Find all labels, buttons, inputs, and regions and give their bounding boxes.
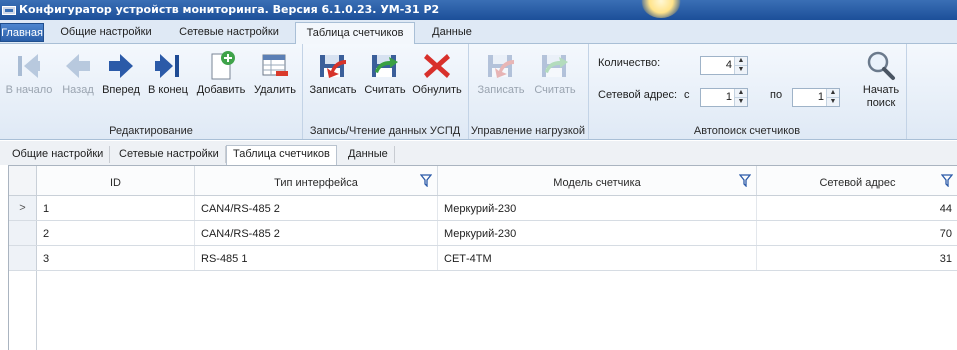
read-icon <box>372 55 398 77</box>
group-editing: В начало Назад Вперед В конец Добавить У… <box>0 44 303 139</box>
first-button[interactable]: В начало <box>4 50 54 97</box>
address-to-spinner[interactable]: 1 ▲ ▼ <box>792 88 840 107</box>
address-to-spin-arrows[interactable]: ▲ ▼ <box>826 89 839 106</box>
load-read-button[interactable]: Считать <box>530 50 580 97</box>
filter-icon[interactable] <box>739 174 751 187</box>
table-row[interactable]: 2 CAN4/RS-485 2 Меркурий-230 70 <box>9 221 957 246</box>
column-header-address[interactable]: Сетевой адрес <box>757 166 957 195</box>
empty-indicator-area <box>9 271 37 350</box>
window-title: Конфигуратор устройств мониторинга. Верс… <box>19 3 440 16</box>
ribbon-tab-bar: Главная Общие настройки Сетевые настройк… <box>0 20 957 44</box>
tab-data[interactable]: Данные <box>420 22 484 43</box>
row-indicator <box>9 246 37 270</box>
table-row[interactable]: 3 RS-485 1 СЕТ-4ТМ 31 <box>9 246 957 271</box>
spin-down-icon[interactable]: ▼ <box>735 97 747 106</box>
spin-down-icon[interactable]: ▼ <box>735 65 747 74</box>
address-from-value: 1 <box>725 91 732 103</box>
cell-address[interactable]: 70 <box>757 221 957 245</box>
delete-button[interactable]: Удалить <box>250 50 300 97</box>
ribbon: В начало Назад Вперед В конец Добавить У… <box>0 44 957 140</box>
group-autosearch: Количество: 4 ▲ ▼ Сетевой адрес: с 1 ▲ ▼ п… <box>588 44 907 139</box>
magnifier-icon <box>867 51 895 80</box>
table-row[interactable]: > 1 CAN4/RS-485 2 Меркурий-230 44 <box>9 196 957 221</box>
spin-up-icon[interactable]: ▲ <box>827 89 839 97</box>
page-tab-general-settings[interactable]: Общие настройки <box>6 146 111 163</box>
next-button[interactable]: Вперед <box>96 50 146 97</box>
column-header-id[interactable]: ID <box>37 166 195 195</box>
column-header-interface[interactable]: Тип интерфейса <box>195 166 438 195</box>
header-indicator-cell <box>9 166 37 195</box>
cell-id[interactable]: 2 <box>37 221 195 245</box>
to-label: по <box>770 89 783 101</box>
last-icon <box>155 54 179 78</box>
column-header-address-label: Сетевой адрес <box>819 177 896 189</box>
start-search-button[interactable]: Начать поиск <box>856 50 906 110</box>
cell-model[interactable]: Меркурий-230 <box>438 221 757 245</box>
prev-icon <box>66 54 90 78</box>
spin-down-icon[interactable]: ▼ <box>827 97 839 106</box>
cell-interface[interactable]: CAN4/RS-485 2 <box>195 221 438 245</box>
address-to-value: 1 <box>817 91 824 103</box>
cell-address[interactable]: 31 <box>757 246 957 270</box>
title-bar: Конфигуратор устройств мониторинга. Верс… <box>0 0 957 20</box>
spin-up-icon[interactable]: ▲ <box>735 57 747 65</box>
group-load-management: Записать Считать Управление нагрузкой <box>468 44 589 139</box>
meter-table-grid: ID Тип интерфейса Модель счетчика Сетево… <box>8 165 957 350</box>
tab-home[interactable]: Главная <box>0 23 44 42</box>
next-icon <box>109 54 133 78</box>
first-icon <box>18 54 40 78</box>
current-row-indicator: > <box>9 196 37 220</box>
address-from-spinner[interactable]: 1 ▲ ▼ <box>700 88 748 107</box>
from-label: с <box>684 89 690 101</box>
count-spinner[interactable]: 4 ▲ ▼ <box>700 56 748 75</box>
row-indicator <box>9 221 37 245</box>
group-read-write: Записать Считать Обнулить Запись/Чтение … <box>302 44 469 139</box>
write-icon <box>320 55 346 78</box>
load-write-button[interactable]: Записать <box>476 50 526 97</box>
group-autosearch-label: Автопоиск счетчиков <box>693 125 801 137</box>
write-button[interactable]: Записать <box>308 50 358 97</box>
write-icon <box>488 55 514 78</box>
count-value: 4 <box>725 59 732 71</box>
add-button[interactable]: Добавить <box>196 50 246 97</box>
grid-header: ID Тип интерфейса Модель счетчика Сетево… <box>9 166 957 196</box>
address-label: Сетевой адрес: <box>598 89 678 101</box>
count-label: Количество: <box>598 57 661 69</box>
cell-interface[interactable]: RS-485 1 <box>195 246 438 270</box>
column-header-interface-label: Тип интерфейса <box>274 177 358 189</box>
reset-icon <box>424 54 450 78</box>
cell-id[interactable]: 1 <box>37 196 195 220</box>
page-tab-data[interactable]: Данные <box>342 146 395 163</box>
group-read-write-label: Запись/Чтение данных УСПД <box>309 125 461 137</box>
cell-interface[interactable]: CAN4/RS-485 2 <box>195 196 438 220</box>
cell-model[interactable]: СЕТ-4ТМ <box>438 246 757 270</box>
column-header-model-label: Модель счетчика <box>553 177 641 189</box>
count-spin-arrows[interactable]: ▲ ▼ <box>734 57 747 74</box>
last-button[interactable]: В конец <box>143 50 193 97</box>
address-from-spin-arrows[interactable]: ▲ ▼ <box>734 89 747 106</box>
spin-up-icon[interactable]: ▲ <box>735 89 747 97</box>
group-editing-label: Редактирование <box>109 125 193 137</box>
filter-icon[interactable] <box>420 174 432 187</box>
tab-network-settings[interactable]: Сетевые настройки <box>166 22 292 43</box>
tab-general-settings[interactable]: Общие настройки <box>50 22 162 43</box>
column-header-model[interactable]: Модель счетчика <box>438 166 757 195</box>
delete-icon <box>262 54 288 76</box>
cell-address[interactable]: 44 <box>757 196 957 220</box>
cell-id[interactable]: 3 <box>37 246 195 270</box>
read-button[interactable]: Считать <box>360 50 410 97</box>
cell-model[interactable]: Меркурий-230 <box>438 196 757 220</box>
page-tab-meter-table[interactable]: Таблица счетчиков <box>226 145 337 165</box>
tab-meter-table[interactable]: Таблица счетчиков <box>295 22 415 44</box>
app-icon <box>2 5 16 15</box>
page-tab-bar: Общие настройки Сетевые настройки Таблиц… <box>0 141 957 165</box>
filter-icon[interactable] <box>941 174 953 187</box>
add-icon <box>211 51 235 80</box>
reset-button[interactable]: Обнулить <box>412 50 462 97</box>
group-load-label: Управление нагрузкой <box>470 125 586 137</box>
read-icon <box>542 55 568 77</box>
page-tab-network-settings[interactable]: Сетевые настройки <box>113 146 226 163</box>
